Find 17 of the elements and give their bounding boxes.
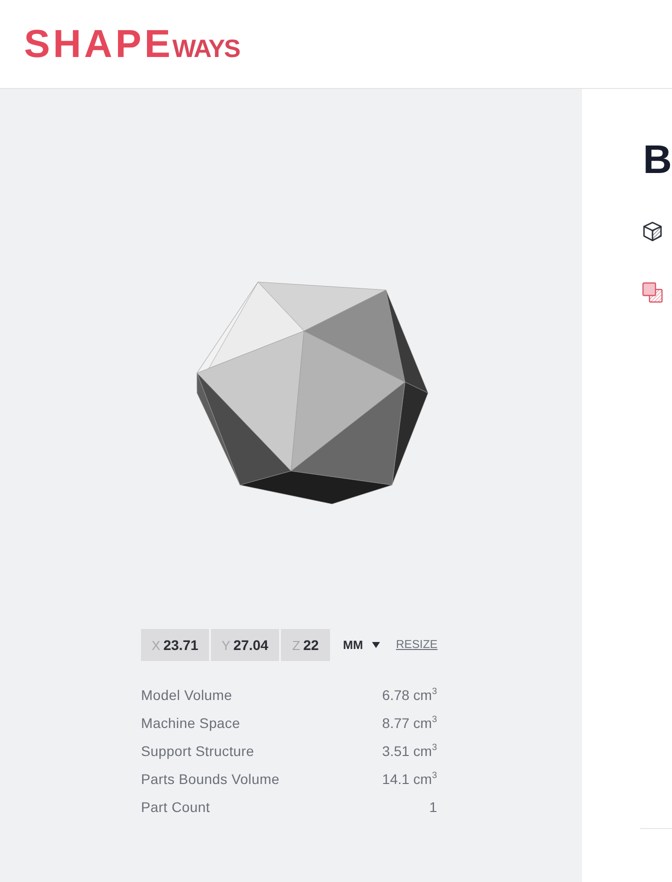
unit-dropdown[interactable]: MM [341,633,382,657]
stat-label: Model Volume [141,687,232,703]
stat-label: Part Count [141,799,210,815]
stat-label: Parts Bounds Volume [141,771,280,787]
resize-link[interactable]: RESIZE [396,639,438,651]
stat-label: Machine Space [141,715,240,731]
cube-icon [642,221,663,242]
detail-title: B [643,137,672,183]
stat-value: 8.77 cm$^{3}$ [382,715,437,731]
stat-value: 14.1 cm$^{3}$ [382,771,437,787]
stat-value: 1 [429,799,437,815]
stat-value: 3.51 cm$^{3}$ [382,743,437,759]
logo[interactable]: SHAPEWAYS [24,24,240,64]
stacked-squares-icon [642,282,663,303]
stat-value: 6.78 cm$^{3}$ [382,687,437,703]
stat-label: Support Structure [141,743,254,759]
caret-icon [372,642,380,648]
